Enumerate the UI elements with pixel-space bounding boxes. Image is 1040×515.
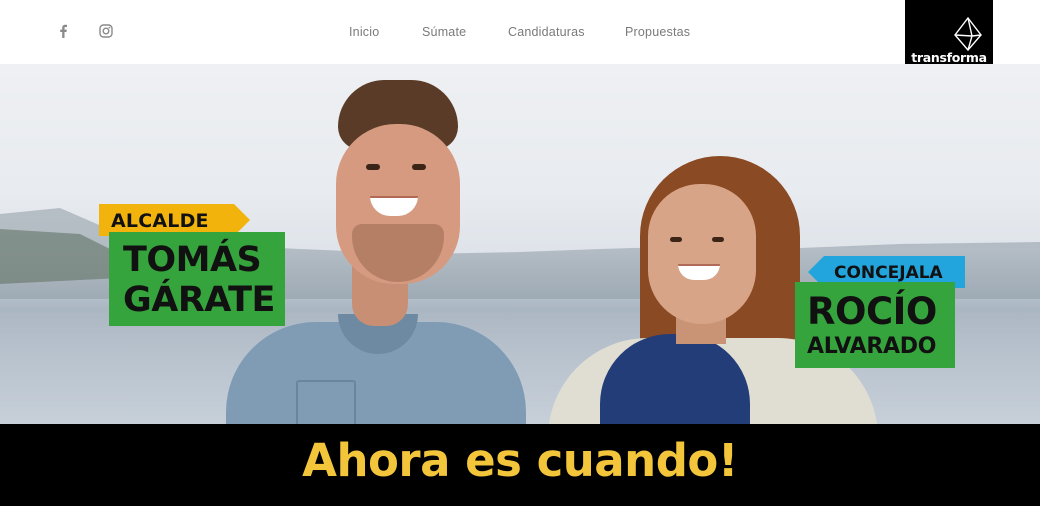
candidate-2-last-name: ALVARADO <box>807 334 937 359</box>
woman-eye-right <box>712 237 724 242</box>
instagram-glyph <box>99 24 113 38</box>
candidate-name-rocio: ROCÍO ALVARADO <box>795 282 955 368</box>
facebook-icon[interactable] <box>54 22 72 40</box>
nav-link-inicio[interactable]: Inicio <box>349 25 379 39</box>
slogan-headline: Ahora es cuando! <box>302 434 738 487</box>
logo-text: transforma <box>911 50 987 65</box>
role-alcalde: ALCALDE <box>111 210 209 232</box>
nav-item-inicio[interactable]: Inicio <box>349 0 379 64</box>
site-header: Inicio Súmate Candidaturas Propuestas tr… <box>0 0 1040 90</box>
woman-face <box>648 184 756 324</box>
nav-item-sumate[interactable]: Súmate <box>422 0 466 64</box>
nav-item-candidaturas[interactable]: Candidaturas <box>508 0 585 64</box>
man-eye-left <box>366 164 380 170</box>
candidate-2-first-name: ROCÍO <box>807 290 937 333</box>
facebook-glyph <box>60 24 67 38</box>
role-concejala: CONCEJALA <box>834 263 943 283</box>
woman-eye-left <box>670 237 682 242</box>
nav-link-sumate[interactable]: Súmate <box>422 25 466 39</box>
nav-item-propuestas[interactable]: Propuestas <box>625 0 690 64</box>
slogan-banner: Ahora es cuando! <box>0 424 1040 515</box>
candidate-1-first-name: TOMÁS <box>123 240 262 280</box>
nav-link-candidaturas[interactable]: Candidaturas <box>508 25 585 39</box>
candidate-1-last-name: GÁRATE <box>123 280 275 320</box>
nav-link-propuestas[interactable]: Propuestas <box>625 25 690 39</box>
man-eye-right <box>412 164 426 170</box>
shirt-pocket <box>296 380 356 424</box>
instagram-icon[interactable] <box>97 22 115 40</box>
candidate-name-tomas: TOMÁS GÁRATE <box>109 232 285 326</box>
page-bottom-strip <box>0 506 1040 515</box>
